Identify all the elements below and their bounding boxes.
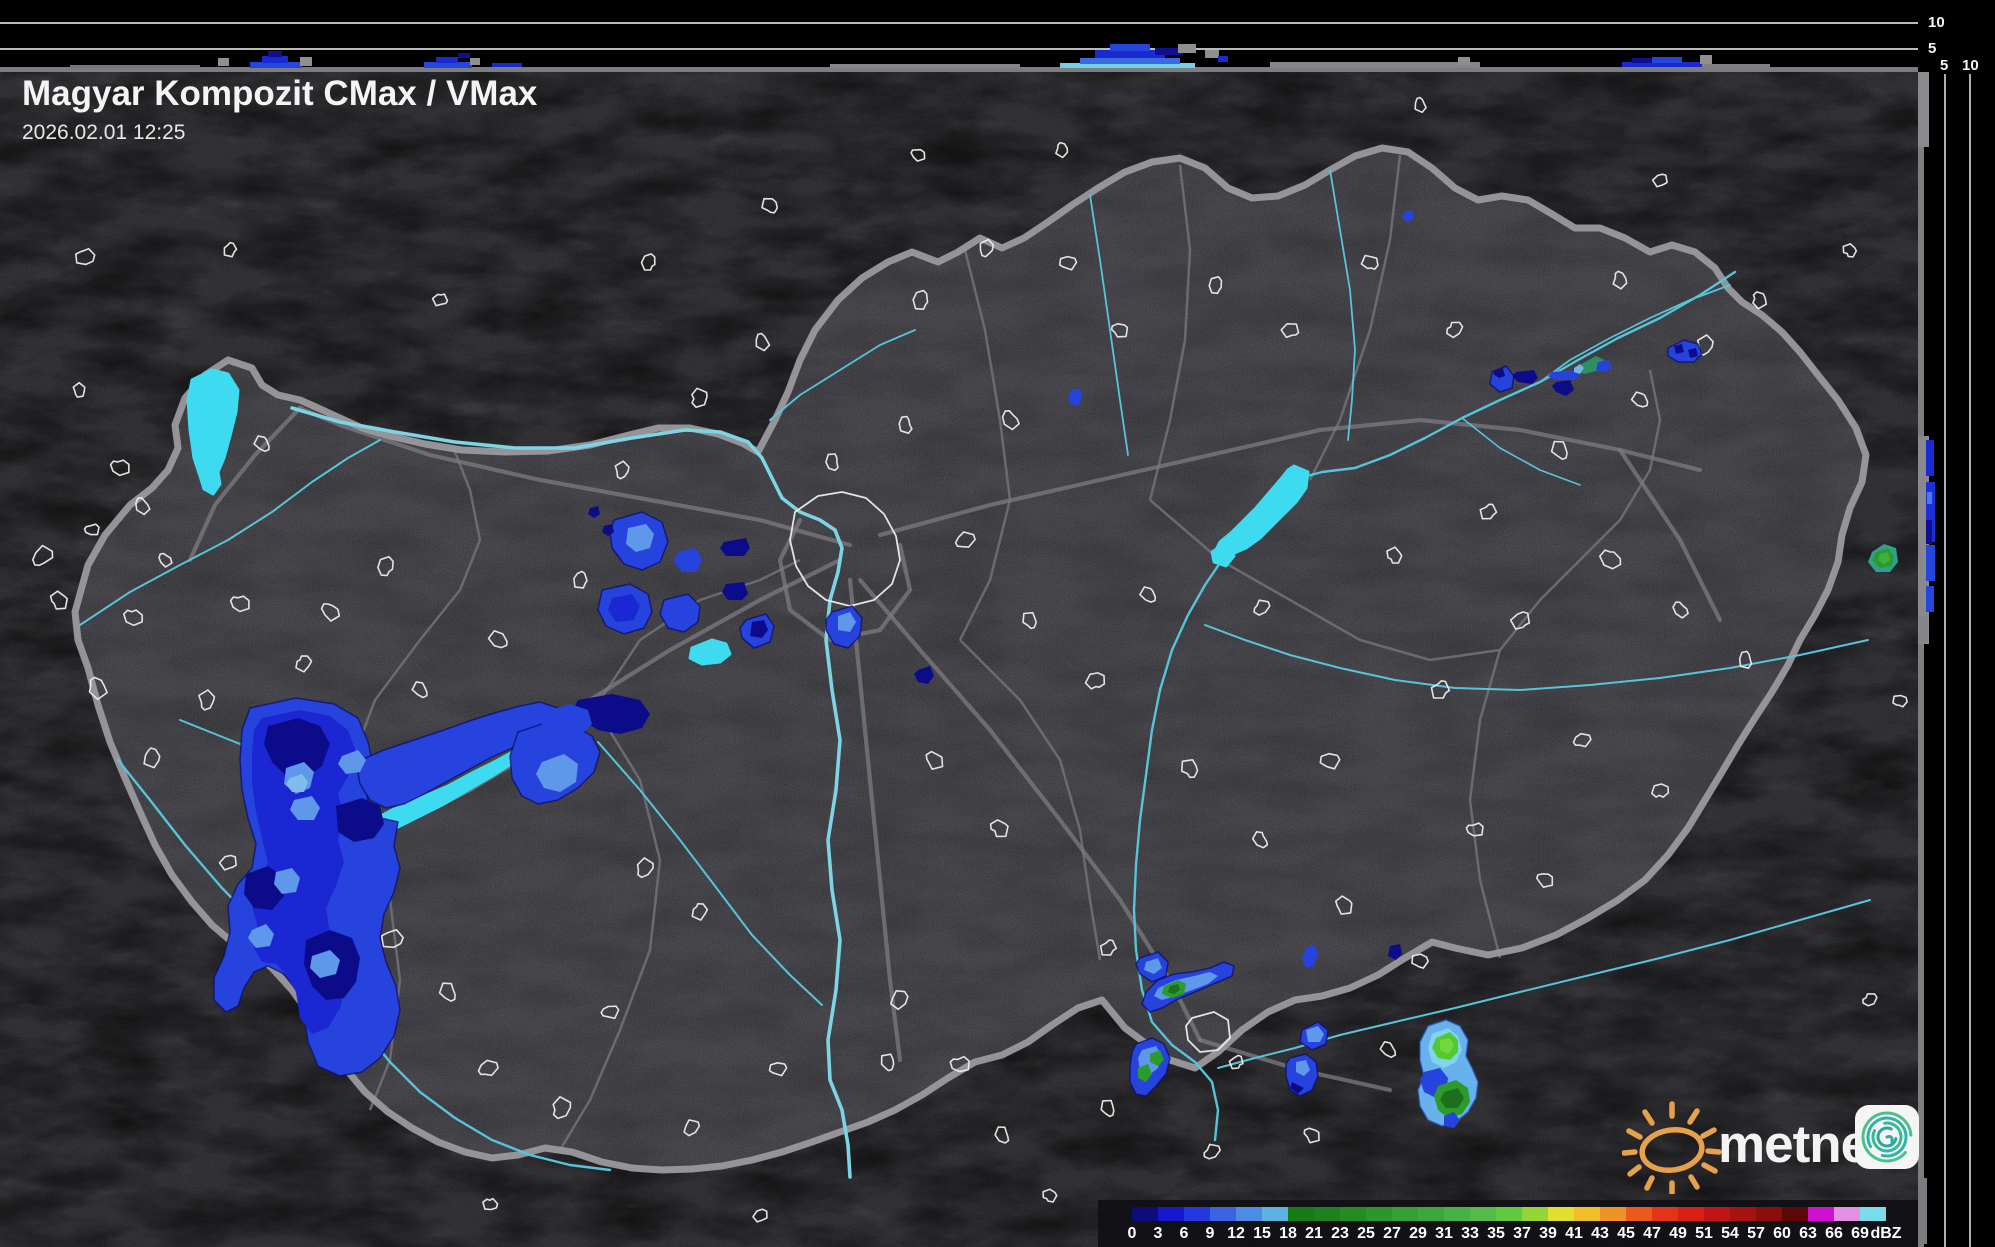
legend-color-swatch [1730, 1207, 1756, 1221]
terrain-profile [1918, 72, 1924, 1247]
legend-color-swatch [1418, 1207, 1444, 1221]
profile-echo [1080, 58, 1180, 64]
dbz-legend-scale: 0 3 6 9 12 15 18 21 23 25 27 29 31 33 35 37 39 41 43 45 47 49… [1098, 1200, 1918, 1247]
profile-echo [262, 56, 288, 63]
profile-echo [1458, 57, 1470, 65]
legend-color-swatch [1626, 1207, 1652, 1221]
profile-echo [436, 57, 458, 63]
legend-color-swatch [1444, 1207, 1470, 1221]
legend-color-swatch [1574, 1207, 1600, 1221]
legend-color-swatch [1340, 1207, 1366, 1221]
legend-color-swatch [1470, 1207, 1496, 1221]
legend-color-swatch [1548, 1207, 1574, 1221]
terrain-profile [70, 65, 200, 68]
profile-echo [1652, 57, 1682, 63]
profile-echo [1926, 520, 1932, 544]
legend-color-swatch [1808, 1207, 1834, 1221]
legend-color-swatch [1496, 1207, 1522, 1221]
legend-color-swatch [1652, 1207, 1678, 1221]
radar-screen: 10 5 5 10 Magyar Kompozit CMax / VMax 20… [0, 0, 1995, 1247]
legend-color-swatch [1210, 1207, 1236, 1221]
right-profile-panel: 10 5 5 10 [1918, 0, 1995, 1247]
top-axis-tick-10: 10 [1928, 14, 1945, 31]
legend-color-swatch [1288, 1207, 1314, 1221]
metnet-logo: metnet [1622, 1096, 1919, 1194]
profile-echo [1178, 44, 1196, 53]
sun-icon [1622, 1101, 1722, 1194]
legend-color-swatch [1184, 1207, 1210, 1221]
profile-echo [1632, 58, 1652, 63]
top-axis-tick-5: 5 [1928, 40, 1937, 57]
terrain-relief-inside [0, 0, 1918, 1247]
legend-color-swatch [1522, 1207, 1548, 1221]
profile-echo [268, 51, 282, 57]
legend-color-swatch [1756, 1207, 1782, 1221]
profile-echo [1095, 50, 1165, 58]
terrain-profile [1918, 1178, 1927, 1244]
radar-map [0, 0, 1918, 1247]
profile-echo [1205, 50, 1219, 58]
legend-color-swatch [1782, 1207, 1808, 1221]
profile-echo [300, 57, 312, 66]
profile-echo [1926, 545, 1935, 581]
legend-color-swatch [1678, 1207, 1704, 1221]
profile-echo [492, 63, 522, 67]
legend-color-swatch [1860, 1207, 1886, 1221]
terrain-profile [1918, 616, 1928, 642]
legend-color-swatch [1704, 1207, 1730, 1221]
profile-echo [1700, 55, 1712, 64]
profile-echo [458, 53, 470, 58]
legend-color-swatch [1314, 1207, 1340, 1221]
terrain-profile [1918, 72, 1929, 147]
dbz-legend: 0 3 6 9 12 15 18 21 23 25 27 29 31 33 35 37 39 41 43 45 47 49… [1098, 1200, 1918, 1247]
legend-color-swatch [1236, 1207, 1262, 1221]
profile-echo [1927, 492, 1932, 504]
profile-echo [218, 58, 229, 66]
metnet-app-icon [1855, 1105, 1919, 1169]
profile-echo [1926, 586, 1934, 612]
title-block: Magyar Kompozit CMax / VMax 2026.02.01 1… [22, 74, 537, 145]
profile-echo [1218, 56, 1228, 62]
page-title: Magyar Kompozit CMax / VMax [22, 74, 538, 113]
legend-color-swatch [1392, 1207, 1418, 1221]
legend-color-swatch [1600, 1207, 1626, 1221]
top-profile-strip [0, 0, 1918, 72]
profile-echo [1110, 44, 1150, 51]
right-axis-tick-10: 10 [1962, 57, 1979, 74]
legend-color-swatch [1262, 1207, 1288, 1221]
legend-color-swatch [1366, 1207, 1392, 1221]
terrain-profile [1270, 62, 1480, 68]
timestamp: 2026.02.01 12:25 [22, 121, 186, 144]
legend-color-swatch [1834, 1207, 1860, 1221]
legend-color-swatch [1158, 1207, 1184, 1221]
profile-echo [470, 58, 480, 65]
legend-color-swatch [1132, 1207, 1158, 1221]
profile-echo [1926, 440, 1934, 476]
legend-unit-label: dBZ [1870, 1225, 1902, 1242]
right-axis-tick-5: 5 [1940, 57, 1949, 74]
terrain-profile [830, 64, 1020, 68]
